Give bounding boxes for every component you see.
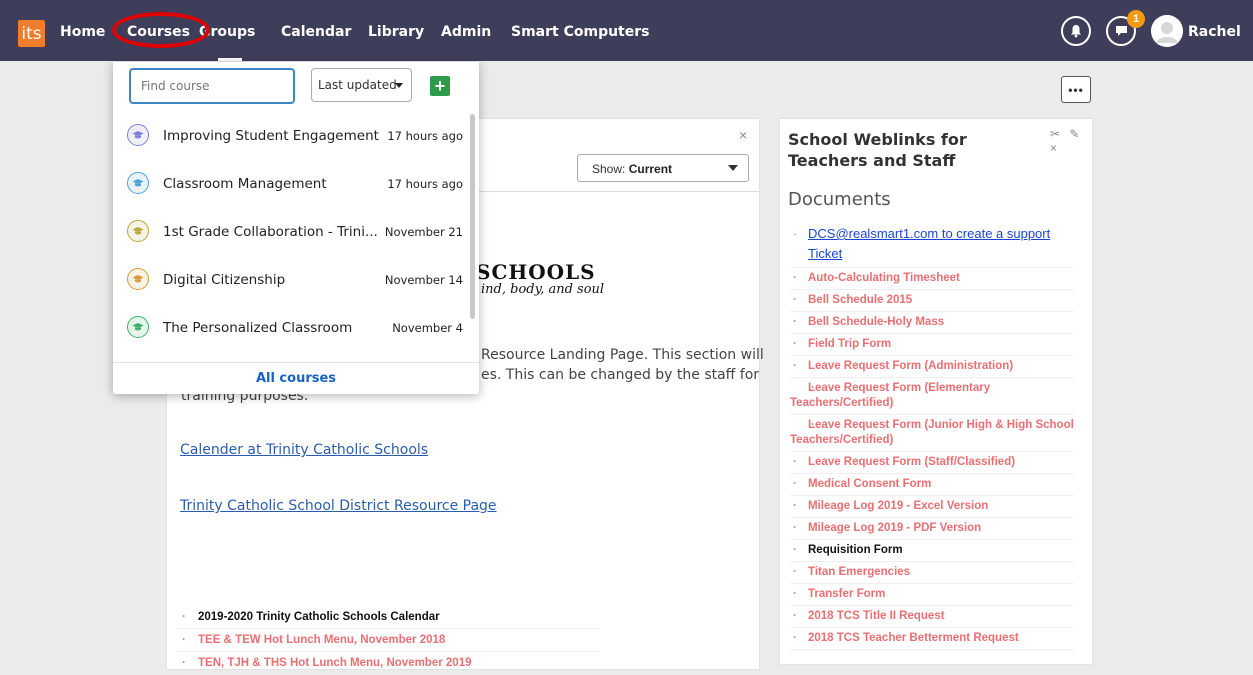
graduation-cap-icon <box>127 124 149 146</box>
list-item[interactable]: TEE & TEW Hot Lunch Menu, November 2018 <box>178 629 598 652</box>
graduation-cap-icon <box>127 268 149 290</box>
list-item[interactable]: Leave Request Form (Elementary Teachers/… <box>790 378 1074 415</box>
list-item[interactable]: Bell Schedule 2015 <box>790 290 1074 312</box>
all-courses-link[interactable]: All courses <box>113 362 479 395</box>
nav-home[interactable]: Home <box>60 24 105 40</box>
nav-courses[interactable]: Courses <box>127 24 190 40</box>
list-item[interactable]: Field Trip Form <box>790 334 1074 356</box>
list-item[interactable]: 2018 TCS Teacher Betterment Request <box>790 628 1074 650</box>
nav-smart-computers[interactable]: Smart Computers <box>511 24 649 40</box>
graduation-cap-icon <box>127 220 149 242</box>
list-item[interactable]: Auto-Calculating Timesheet <box>790 268 1074 290</box>
course-item[interactable]: The Personalized Classroom November 4 <box>113 304 469 352</box>
body-text-line: Resource Landing Page. This section will <box>481 347 764 363</box>
documents-list: DCS@realsmart1.com to create a support T… <box>790 221 1074 650</box>
list-item[interactable]: Mileage Log 2019 - PDF Version <box>790 518 1074 540</box>
list-item[interactable]: Medical Consent Form <box>790 474 1074 496</box>
its-logo[interactable]: its <box>18 20 45 47</box>
nav-groups[interactable]: Groups <box>199 24 255 40</box>
course-name: Digital Citizenship <box>163 272 286 288</box>
list-item[interactable]: Leave Request Form (Administration) <box>790 356 1074 378</box>
show-filter-select[interactable]: Show: Current <box>577 154 749 182</box>
list-item[interactable]: Bell Schedule-Holy Mass <box>790 312 1074 334</box>
course-item[interactable]: Digital Citizenship November 14 <box>113 256 469 304</box>
course-updated-time: 17 hours ago <box>387 177 463 191</box>
calendar-link[interactable]: Calender at Trinity Catholic Schools <box>180 442 428 458</box>
course-item[interactable]: Classroom Management 17 hours ago <box>113 160 469 208</box>
weblinks-panel: School Weblinks for Teachers and Staff ✂… <box>779 118 1093 665</box>
sort-select[interactable]: Last updated <box>311 68 412 102</box>
find-course-input[interactable] <box>129 68 295 104</box>
district-resource-link[interactable]: Trinity Catholic School District Resourc… <box>180 498 497 514</box>
chevron-down-icon <box>728 165 738 171</box>
body-text-line: es. This can be changed by the staff for <box>481 367 760 383</box>
chevron-down-icon <box>395 83 403 88</box>
list-item[interactable]: Mileage Log 2019 - Excel Version <box>790 496 1074 518</box>
show-label: Show: <box>592 162 626 176</box>
username[interactable]: Rachel <box>1188 24 1241 40</box>
school-title: SCHOOLS <box>476 260 596 284</box>
list-item[interactable]: TEN, TJH & THS Hot Lunch Menu, November … <box>178 652 598 675</box>
course-updated-time: 17 hours ago <box>387 129 463 143</box>
nav-calendar[interactable]: Calendar <box>281 24 351 40</box>
support-link[interactable]: DCS@realsmart1.com to create a support T… <box>790 221 1074 268</box>
course-updated-time: November 14 <box>384 273 463 287</box>
avatar[interactable] <box>1151 15 1183 47</box>
course-updated-time: November 4 <box>392 321 463 335</box>
list-item[interactable]: Transfer Form <box>790 584 1074 606</box>
list-item[interactable]: Leave Request Form (Junior High & High S… <box>790 415 1074 452</box>
graduation-cap-icon <box>127 172 149 194</box>
course-name: Improving Student Engagement <box>163 128 379 144</box>
sort-label: Last updated <box>318 78 397 92</box>
course-list: Improving Student Engagement 17 hours ag… <box>113 112 469 362</box>
top-nav-bar: its Home Courses Groups Calendar Library… <box>0 0 1253 61</box>
course-name: The Personalized Classroom <box>163 320 353 336</box>
calendar-list: 2019-2020 Trinity Catholic Schools Calen… <box>178 606 598 675</box>
list-item[interactable]: Requisition Form <box>790 540 1074 562</box>
list-item[interactable]: 2018 TCS Title II Request <box>790 606 1074 628</box>
school-motto: ind, body, and soul <box>481 282 605 297</box>
add-course-button[interactable]: + <box>430 76 450 96</box>
nav-active-indicator <box>218 58 242 61</box>
course-item[interactable]: Improving Student Engagement 17 hours ag… <box>113 112 469 160</box>
list-item[interactable]: Titan Emergencies <box>790 562 1074 584</box>
nav-admin[interactable]: Admin <box>441 24 491 40</box>
nav-library[interactable]: Library <box>368 24 424 40</box>
show-value: Current <box>628 162 673 176</box>
scrollbar[interactable] <box>470 114 475 319</box>
documents-heading: Documents <box>788 189 891 210</box>
course-updated-time: November 21 <box>384 225 463 239</box>
notification-badge: 1 <box>1127 10 1145 28</box>
panel-title: School Weblinks for Teachers and Staff <box>788 130 967 170</box>
list-item[interactable]: Leave Request Form (Staff/Classified) <box>790 452 1074 474</box>
bell-icon[interactable] <box>1061 16 1091 46</box>
panel-tools-icons[interactable]: ✂ ✎ × <box>1050 127 1092 155</box>
close-icon[interactable]: × <box>739 127 747 143</box>
course-item[interactable]: 1st Grade Collaboration - Trini... Novem… <box>113 208 469 256</box>
course-name: 1st Grade Collaboration - Trini... <box>163 224 378 240</box>
list-item[interactable]: 2019-2020 Trinity Catholic Schools Calen… <box>178 606 598 629</box>
course-name: Classroom Management <box>163 176 327 192</box>
more-options-button[interactable]: ••• <box>1061 76 1091 103</box>
courses-dropdown: Last updated + Improving Student Engagem… <box>113 62 479 394</box>
graduation-cap-icon <box>127 316 149 338</box>
